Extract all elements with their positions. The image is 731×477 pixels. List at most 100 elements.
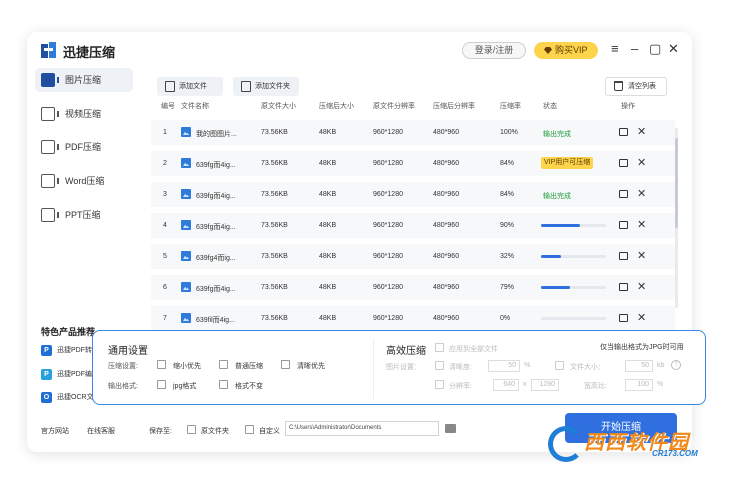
- minimize-button[interactable]: –: [631, 41, 638, 57]
- clarity-checkbox[interactable]: [435, 361, 444, 370]
- table-row[interactable]: 4 639fg而4ig... 73.56KB 48KB 960*1280 480*960 9…: [151, 213, 675, 238]
- resolution-width-input[interactable]: 640: [493, 379, 519, 391]
- maximize-button[interactable]: ▢: [649, 41, 661, 57]
- featured-product-ocr[interactable]: O 迅捷OCR文: [41, 392, 94, 404]
- cell-comp-res: 480*960: [433, 253, 460, 260]
- apply-all-checkbox[interactable]: [435, 343, 444, 352]
- table-row[interactable]: 7 639fil而4ig... 73.56KB 48KB 960*1280 480*960…: [151, 306, 675, 331]
- custom-folder-checkbox[interactable]: [245, 425, 254, 434]
- clarity-input[interactable]: 50: [488, 360, 520, 372]
- sidebar-item-word-compress[interactable]: Word压缩: [35, 169, 133, 193]
- video-compress-icon: [41, 107, 59, 121]
- watermark-logo: 西西软件园 CR173.COM: [540, 422, 708, 466]
- column-header: 压缩后大小: [319, 103, 354, 110]
- official-website-link[interactable]: 官方网站: [41, 426, 69, 436]
- apply-all-label: 应用到全部文件: [449, 346, 498, 353]
- remove-row-icon[interactable]: ✕: [637, 218, 646, 232]
- open-folder-icon[interactable]: [619, 221, 628, 229]
- compress-option-smallest-checkbox[interactable]: [157, 360, 166, 369]
- sidebar-item-pdf-compress[interactable]: PDF压缩: [35, 135, 133, 159]
- app-logo-icon: [40, 41, 58, 59]
- cell-name: 639fg而4ig...: [196, 286, 236, 293]
- cell-name: 我的图图片...: [196, 131, 237, 138]
- sidebar-item-image-compress[interactable]: 图片压缩: [35, 68, 133, 92]
- cell-comp-size: 48KB: [319, 160, 337, 167]
- buy-vip-button[interactable]: 购买VIP: [534, 42, 598, 59]
- login-register-button[interactable]: 登录/注册: [462, 42, 526, 59]
- progress-fill: [541, 286, 571, 289]
- custom-folder-label: 自定义: [259, 428, 280, 435]
- save-to-label: 保存至:: [149, 428, 172, 435]
- column-header: 编号: [161, 103, 175, 110]
- resolution-checkbox[interactable]: [435, 380, 444, 389]
- file-size-checkbox[interactable]: [555, 361, 564, 370]
- resolution-label: 分辨率:: [449, 383, 472, 390]
- watermark-url: CR173.COM: [652, 449, 698, 458]
- cell-name: 639fg而4ig...: [196, 224, 236, 231]
- add-folder-button[interactable]: 添加文件夹: [233, 77, 299, 96]
- progress-bar: [541, 224, 606, 227]
- close-button[interactable]: ✕: [668, 41, 679, 57]
- table-row[interactable]: 6 639fg而4ig... 73.56KB 48KB 960*1280 480*960 7…: [151, 275, 675, 300]
- image-thumbnail-icon: [181, 251, 191, 261]
- output-jpg-checkbox[interactable]: [157, 380, 166, 389]
- folder-icon[interactable]: [445, 424, 456, 433]
- compress-option-label: 清晰优先: [297, 363, 325, 370]
- compress-option-clear-checkbox[interactable]: [281, 360, 290, 369]
- output-keep-format-checkbox[interactable]: [219, 380, 228, 389]
- scrollbar[interactable]: [675, 128, 678, 308]
- image-settings-label: 图片设置：: [386, 364, 421, 371]
- original-folder-checkbox[interactable]: [187, 425, 196, 434]
- remove-row-icon[interactable]: ✕: [637, 249, 646, 263]
- sidebar-item-label: 视频压缩: [65, 109, 102, 119]
- sidebar-item-video-compress[interactable]: 视频压缩: [35, 102, 133, 126]
- table-row[interactable]: 1 我的图图片... 73.56KB 48KB 960*1280 480*960 100% 输…: [151, 120, 675, 145]
- file-size-input[interactable]: 50: [625, 360, 653, 372]
- cell-no: 2: [163, 160, 167, 167]
- remove-row-icon[interactable]: ✕: [637, 311, 646, 325]
- sidebar-item-label: PPT压缩: [65, 210, 101, 220]
- trash-icon: [614, 81, 623, 91]
- table-row[interactable]: 5 639fg4而ig... 73.56KB 48KB 960*1280 480*960 3…: [151, 244, 675, 269]
- open-folder-icon[interactable]: [619, 159, 628, 167]
- featured-product-pdf-convert[interactable]: P 迅捷PDF转: [41, 345, 92, 357]
- cell-comp-res: 480*960: [433, 129, 460, 136]
- clear-list-button[interactable]: 清空列表: [605, 77, 667, 96]
- advanced-compress-title: 高效压缩: [386, 346, 426, 357]
- remove-row-icon[interactable]: ✕: [637, 187, 646, 201]
- resolution-height-input[interactable]: 1280: [531, 379, 559, 391]
- featured-product-label: 迅捷PDF编: [57, 371, 92, 378]
- compress-option-normal-checkbox[interactable]: [219, 360, 228, 369]
- image-thumbnail-icon: [181, 158, 191, 168]
- remove-row-icon[interactable]: ✕: [637, 280, 646, 294]
- progress-bar: [541, 317, 606, 320]
- open-folder-icon[interactable]: [619, 252, 628, 260]
- remove-row-icon[interactable]: ✕: [637, 156, 646, 170]
- open-folder-icon[interactable]: [619, 128, 628, 136]
- column-header: 操作: [621, 103, 635, 110]
- remove-row-icon[interactable]: ✕: [637, 125, 646, 139]
- open-folder-icon[interactable]: [619, 314, 628, 322]
- help-icon[interactable]: ?: [671, 360, 681, 370]
- open-folder-icon[interactable]: [619, 283, 628, 291]
- featured-product-pdf-edit[interactable]: P 迅捷PDF编: [41, 369, 92, 381]
- cell-rate: 84%: [500, 191, 515, 198]
- cell-no: 5: [163, 253, 167, 260]
- cell-name: 639fg4而ig...: [196, 255, 236, 262]
- output-path-field[interactable]: C:\Users\Administrator\Documents: [285, 421, 439, 436]
- sidebar-item-label: Word压缩: [65, 176, 105, 186]
- menu-icon[interactable]: ≡: [611, 41, 619, 57]
- status-text: 输出完成: [543, 193, 571, 200]
- aspect-ratio-input[interactable]: 100: [625, 379, 653, 391]
- sidebar-item-ppt-compress[interactable]: PPT压缩: [35, 203, 133, 227]
- scrollbar-thumb[interactable]: [675, 138, 678, 228]
- online-service-link[interactable]: 在线客服: [87, 426, 115, 436]
- compress-settings-label: 压缩设置:: [108, 363, 138, 370]
- image-thumbnail-icon: [181, 189, 191, 199]
- open-folder-icon[interactable]: [619, 190, 628, 198]
- progress-fill: [541, 255, 561, 258]
- table-row[interactable]: 3 639fg而4ig... 73.56KB 48KB 960*1280 480*960 8…: [151, 182, 675, 207]
- table-row[interactable]: 2 639fg而4ig... 73.56KB 48KB 960*1280 480*960 8…: [151, 151, 675, 176]
- cell-rate: 0%: [500, 315, 511, 322]
- add-file-button[interactable]: 添加文件: [157, 77, 223, 96]
